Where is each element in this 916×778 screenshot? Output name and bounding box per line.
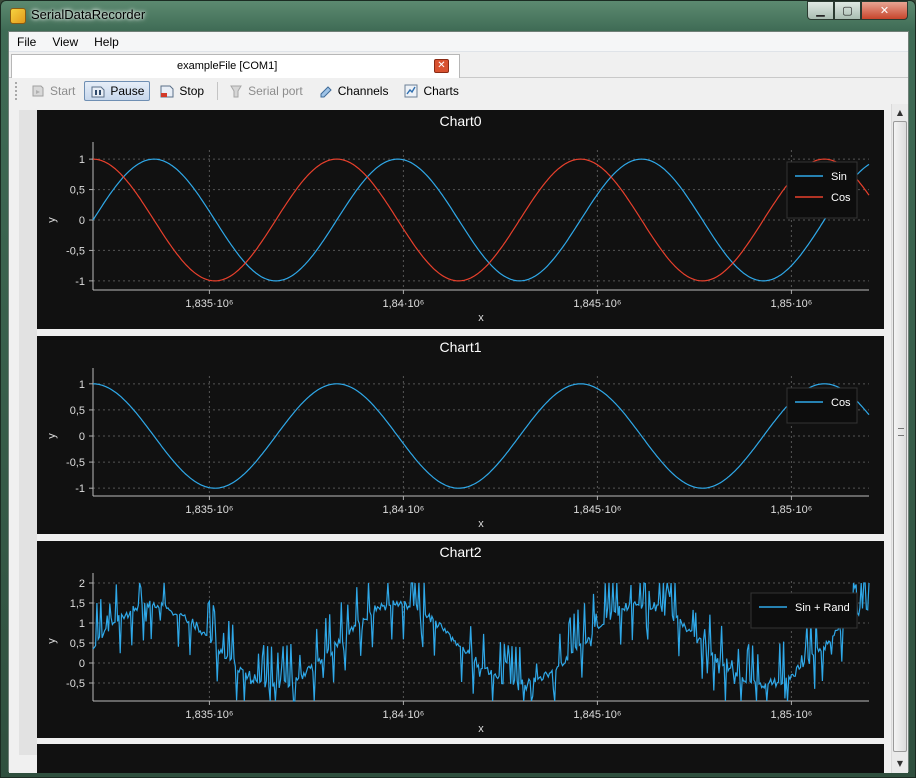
- menu-bar: File View Help: [9, 32, 908, 52]
- x-tick-label: 1,845·10⁶: [573, 709, 621, 721]
- y-tick-label: -1: [75, 483, 85, 495]
- legend-label: Sin + Rand: [795, 602, 850, 614]
- channels-button[interactable]: Channels: [312, 81, 395, 101]
- chart0-title: Chart0: [439, 113, 482, 129]
- tab-example-file[interactable]: exampleFile [COM1] ✕: [11, 54, 460, 78]
- charts-button[interactable]: Charts: [397, 81, 464, 101]
- scroll-up-icon[interactable]: ▲: [892, 104, 908, 121]
- stop-icon: [159, 83, 175, 99]
- charts-label: Charts: [423, 84, 459, 98]
- app-icon: [10, 8, 26, 24]
- y-tick-label: 0: [79, 658, 85, 670]
- chart-panel-3: [37, 744, 884, 773]
- close-window-button[interactable]: ✕: [861, 1, 908, 20]
- x-tick-label: 1,85·10⁶: [770, 504, 812, 516]
- y-tick-label: 1: [79, 618, 85, 630]
- menu-view[interactable]: View: [44, 32, 86, 52]
- legend-label: Sin: [831, 171, 847, 183]
- charts-icon: [403, 83, 419, 99]
- legend-label: Cos: [831, 397, 851, 409]
- channels-label: Channels: [337, 84, 389, 98]
- serial-port-label: Serial port: [248, 84, 303, 98]
- y-tick-label: 0,5: [70, 405, 85, 417]
- serial-port-icon: [228, 83, 244, 99]
- start-button[interactable]: Start: [24, 81, 81, 101]
- y-axis-label: y: [46, 433, 58, 439]
- window-title: SerialDataRecorder: [31, 7, 146, 22]
- y-axis-label: y: [46, 638, 58, 644]
- y-tick-label: -1: [75, 276, 85, 288]
- stop-label: Stop: [179, 84, 205, 98]
- x-tick-label: 1,845·10⁶: [573, 298, 621, 310]
- title-bar[interactable]: SerialDataRecorder ▁ ▢ ✕: [1, 1, 915, 31]
- chart2-plot: 1,835·10⁶ 1,84·10⁶ 1,845·10⁶ 1,85·10⁶ 2 1,5 1 0…: [46, 573, 870, 735]
- y-tick-label: 1: [79, 379, 85, 391]
- tab-close-icon[interactable]: ✕: [434, 59, 449, 73]
- start-label: Start: [50, 84, 76, 98]
- x-tick-label: 1,85·10⁶: [770, 709, 812, 721]
- x-tick-label: 1,835·10⁶: [185, 298, 233, 310]
- y-tick-label: 0,5: [70, 638, 85, 650]
- chart1-title: Chart1: [439, 339, 482, 355]
- pause-label: Pause: [110, 84, 145, 98]
- menu-file[interactable]: File: [9, 32, 44, 52]
- x-axis-label: x: [478, 723, 484, 735]
- toolbar: Start Pause Stop Serial port Channels Ch…: [9, 78, 908, 104]
- y-tick-label: -0,5: [66, 678, 85, 690]
- chart2-title: Chart2: [439, 544, 482, 560]
- y-tick-label: 0: [79, 431, 85, 443]
- x-tick-label: 1,84·10⁶: [382, 709, 424, 721]
- x-axis-label: x: [478, 518, 484, 530]
- x-tick-label: 1,835·10⁶: [185, 709, 233, 721]
- y-tick-label: 0,5: [70, 185, 85, 197]
- toolbar-separator: [217, 82, 219, 100]
- legend-label: Cos: [831, 192, 851, 204]
- start-icon: [30, 83, 46, 99]
- x-tick-label: 1,84·10⁶: [382, 504, 424, 516]
- chart-panel-1: 1,835·10⁶ 1,84·10⁶ 1,845·10⁶ 1,85·10⁶ 1 0,5 0 -…: [37, 336, 884, 534]
- pause-icon: [90, 83, 106, 99]
- channels-icon: [318, 83, 334, 99]
- serial-port-button[interactable]: Serial port: [222, 81, 309, 101]
- chart1-plot: 1,835·10⁶ 1,84·10⁶ 1,845·10⁶ 1,85·10⁶ 1 0,5 0 -…: [46, 368, 870, 530]
- app-window: SerialDataRecorder ▁ ▢ ✕ File View Help …: [0, 0, 916, 778]
- chart-panel-2: 1,835·10⁶ 1,84·10⁶ 1,845·10⁶ 1,85·10⁶ 2 1,5 1 0…: [37, 541, 884, 738]
- y-tick-label: -0,5: [66, 245, 85, 257]
- x-tick-label: 1,845·10⁶: [573, 504, 621, 516]
- pause-button[interactable]: Pause: [84, 81, 151, 101]
- y-tick-label: 1: [79, 154, 85, 166]
- y-tick-label: 0: [79, 215, 85, 227]
- chart-panel-0: 1,835·10⁶ 1,84·10⁶ 1,845·10⁶ 1,85·10⁶ 1 0,5 0 -…: [37, 110, 884, 329]
- charts-scroll-area[interactable]: 1,835·10⁶ 1,84·10⁶ 1,845·10⁶ 1,85·10⁶ 1 0,5 0 -…: [9, 104, 908, 773]
- menu-help[interactable]: Help: [86, 32, 127, 52]
- scroll-down-icon[interactable]: ▼: [892, 755, 908, 772]
- chart-gutter: [19, 110, 37, 755]
- stop-button[interactable]: Stop: [153, 81, 210, 101]
- y-axis-label: y: [46, 217, 58, 223]
- y-tick-label: -0,5: [66, 457, 85, 469]
- tab-label: exampleFile [COM1]: [177, 60, 278, 72]
- x-tick-label: 1,835·10⁶: [185, 504, 233, 516]
- client-area: File View Help exampleFile [COM1] ✕ Star…: [8, 31, 909, 773]
- x-axis-label: x: [478, 312, 484, 324]
- x-tick-label: 1,84·10⁶: [382, 298, 424, 310]
- maximize-button[interactable]: ▢: [834, 1, 861, 20]
- tab-bar: exampleFile [COM1] ✕: [9, 52, 908, 78]
- scroll-thumb[interactable]: [893, 121, 907, 752]
- x-tick-label: 1,85·10⁶: [770, 298, 812, 310]
- toolbar-grip[interactable]: [15, 82, 18, 100]
- minimize-button[interactable]: ▁: [807, 1, 834, 20]
- scroll-grip-icon: [898, 428, 904, 436]
- y-tick-label: 2: [79, 578, 85, 590]
- y-tick-label: 1,5: [70, 598, 85, 610]
- chart0-plot: 1,835·10⁶ 1,84·10⁶ 1,845·10⁶ 1,85·10⁶ 1 0,5 0 -…: [46, 142, 870, 324]
- vertical-scrollbar[interactable]: ▲ ▼: [891, 104, 908, 773]
